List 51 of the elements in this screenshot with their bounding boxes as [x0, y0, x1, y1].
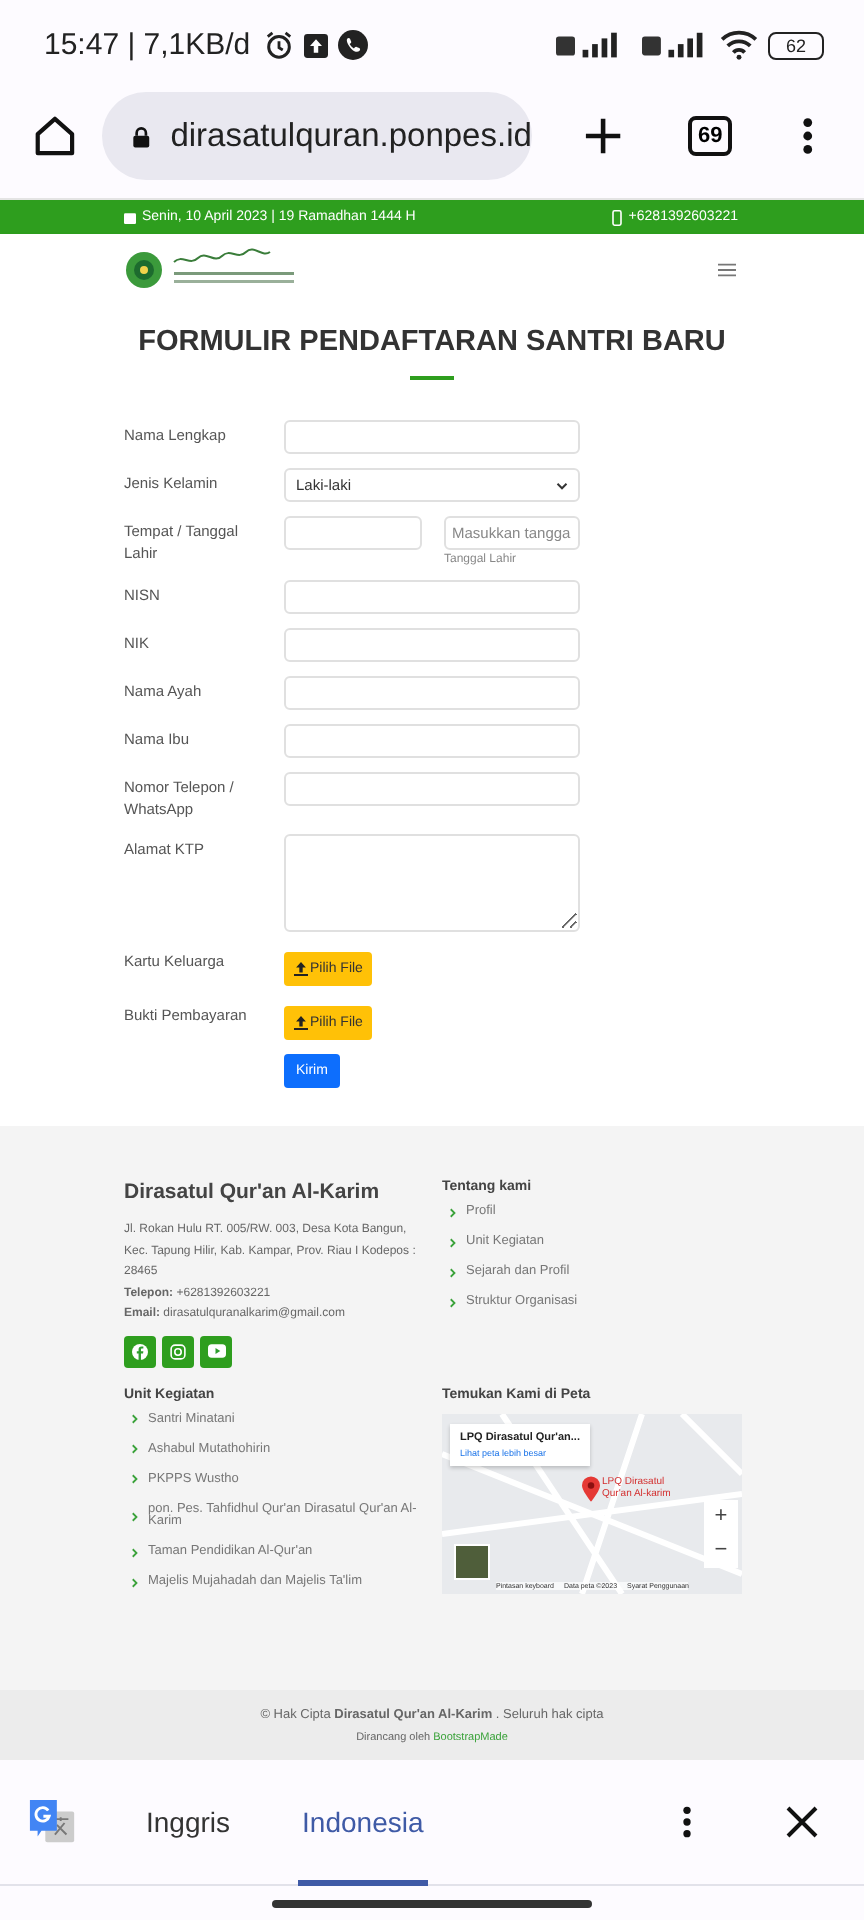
chevron-right-icon: [132, 1444, 138, 1455]
more-menu-icon[interactable]: [682, 1804, 692, 1840]
chevron-right-icon: [132, 1547, 138, 1558]
wifi-icon: [719, 30, 758, 60]
chevron-right-icon: [450, 1267, 456, 1278]
mobile-phone-icon: [612, 209, 623, 225]
input-field[interactable]: [284, 580, 580, 614]
chevron-right-icon: [450, 1297, 456, 1308]
chevron-right-icon: [132, 1474, 138, 1485]
map-pin-icon: [582, 1475, 600, 1501]
chevron-right-icon: [132, 1414, 138, 1425]
lock-icon: [131, 121, 151, 151]
chevron-down-icon: [556, 481, 568, 489]
play-icon: [207, 1344, 225, 1358]
upload-square-icon: [304, 33, 329, 57]
new-tab-plus-icon[interactable]: [583, 116, 623, 156]
language-tab[interactable]: Inggris: [142, 1759, 235, 1885]
battery-level: 62: [767, 31, 824, 59]
input-field[interactable]: [284, 420, 580, 454]
textarea-field[interactable]: [284, 834, 580, 932]
translate-icon[interactable]: [28, 1797, 78, 1847]
input-field[interactable]: [284, 676, 580, 710]
chevron-right-icon: [450, 1237, 456, 1248]
chevron-right-icon: [132, 1577, 138, 1588]
social-button[interactable]: [162, 1335, 194, 1367]
camera-icon: [170, 1343, 186, 1359]
tab-count-button[interactable]: 69: [688, 116, 733, 156]
input-field[interactable]: [284, 724, 580, 758]
page-title: FORMULIR PENDAFTARAN SANTRI BARU: [136, 326, 728, 358]
upload-icon: [294, 962, 308, 976]
upload-icon: [294, 1016, 308, 1030]
alarm-clock-icon: [264, 30, 295, 60]
input-field[interactable]: [284, 628, 580, 662]
close-icon[interactable]: [786, 1806, 818, 1838]
more-menu-icon[interactable]: [802, 116, 814, 156]
menu-icon[interactable]: [718, 261, 736, 277]
f-logo-icon: [132, 1343, 148, 1359]
phone-icon: [338, 30, 369, 60]
home-icon[interactable]: [32, 112, 78, 160]
satellite-thumbnail[interactable]: [454, 1543, 490, 1579]
input-field[interactable]: [284, 772, 580, 806]
url-text: dirasatulquran.ponpes.id: [170, 117, 532, 155]
social-button[interactable]: [200, 1335, 232, 1367]
social-button[interactable]: [124, 1335, 156, 1367]
status-time: 15:47 | 7,1KB/d: [44, 28, 251, 62]
chevron-right-icon: [132, 1511, 138, 1521]
language-tab[interactable]: Indonesia: [298, 1759, 428, 1885]
footer-site-name: Dirasatul Qur'an Al-Karim: [124, 1180, 382, 1204]
input-field[interactable]: [284, 516, 422, 550]
address-bar[interactable]: dirasatulquran.ponpes.id: [101, 92, 532, 180]
chevron-right-icon: [450, 1207, 456, 1218]
